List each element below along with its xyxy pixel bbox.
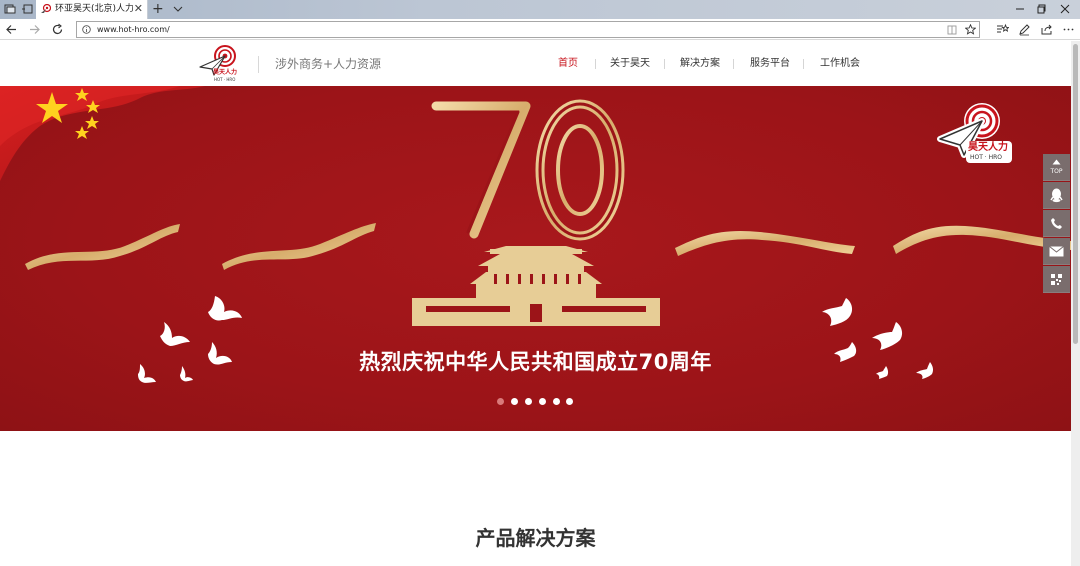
new-tab-icon[interactable]: + (152, 0, 164, 18)
carousel-dot[interactable] (511, 398, 518, 405)
header-divider (258, 56, 259, 73)
refresh-icon[interactable] (51, 23, 64, 36)
nav-item-solutions[interactable]: 解决方案 (680, 57, 720, 71)
nav-separator (664, 59, 665, 69)
carousel-dot[interactable] (539, 398, 546, 405)
favicon-icon (41, 4, 51, 13)
browser-tab-bar: 环亚昊天(北京)人力资源 ✕ + (0, 0, 1080, 19)
logo-wordmark: 昊天人力 (213, 69, 238, 76)
qq-button[interactable] (1043, 182, 1070, 209)
carousel-dot[interactable] (497, 398, 504, 405)
phone-button[interactable] (1043, 210, 1070, 237)
banner-logo-subtext: HOT · HRO (970, 154, 1003, 161)
browser-tab[interactable]: 环亚昊天(北京)人力资源 ✕ (36, 0, 148, 19)
more-icon[interactable] (1062, 23, 1075, 36)
address-toolbar: www.hot-hro.com/ (0, 19, 1080, 40)
web-page: 昊天人力 HOT · HRO 涉外商务+人力资源 首页 关于昊天 解决方案 服务… (0, 41, 1071, 566)
banner-artwork (0, 86, 1071, 383)
url-field[interactable]: www.hot-hro.com/ (76, 21, 980, 38)
carousel-dot[interactable] (525, 398, 532, 405)
scrollbar-thumb[interactable] (1073, 44, 1078, 344)
qrcode-button[interactable] (1043, 266, 1070, 293)
tab-close-icon[interactable]: ✕ (134, 2, 143, 15)
favorites-hub-icon[interactable] (996, 23, 1009, 36)
back-to-top-label: TOP (1050, 168, 1063, 175)
chevron-down-icon[interactable] (172, 3, 184, 15)
tab-actions-icon[interactable] (4, 3, 16, 15)
site-tagline: 涉外商务+人力资源 (275, 57, 382, 71)
section-title: 产品解决方案 (475, 526, 596, 550)
tab-title: 环亚昊天(北京)人力资源 (55, 4, 133, 14)
nav-separator (595, 59, 596, 69)
tab-back-icon[interactable] (21, 3, 33, 15)
star-icon (75, 126, 89, 139)
back-to-top-button[interactable]: TOP (1043, 154, 1070, 181)
pen-icon[interactable] (1018, 23, 1031, 36)
share-icon[interactable] (1040, 23, 1053, 36)
flag-graphic (0, 86, 205, 181)
nav-item-services[interactable]: 服务平台 (750, 57, 790, 71)
site-header: 昊天人力 HOT · HRO 涉外商务+人力资源 首页 关于昊天 解决方案 服务… (0, 41, 1071, 86)
forward-arrow-icon[interactable] (28, 23, 41, 36)
logo-subtext: HOT · HRO (214, 77, 236, 82)
hero-banner[interactable]: 昊天人力 HOT · HRO 热烈庆祝中华人民共和国成立70周年 (0, 86, 1071, 431)
nav-separator (803, 59, 804, 69)
carousel-dot[interactable] (553, 398, 560, 405)
url-text[interactable]: www.hot-hro.com/ (97, 24, 170, 35)
tiananmen-graphic (412, 246, 660, 326)
minimize-icon[interactable] (1013, 2, 1027, 16)
info-icon[interactable] (82, 25, 91, 34)
banner-logo-text: 昊天人力 (968, 142, 1008, 153)
nav-item-home[interactable]: 首页 (558, 57, 578, 71)
page-scrollbar[interactable] (1071, 41, 1080, 566)
email-button[interactable] (1043, 238, 1070, 265)
reading-view-icon[interactable] (947, 25, 957, 35)
arrow-up-icon (1052, 159, 1061, 165)
close-window-icon[interactable] (1058, 2, 1072, 16)
favorite-star-icon[interactable] (965, 24, 976, 35)
nav-item-about[interactable]: 关于昊天 (610, 57, 650, 71)
mail-icon (1049, 246, 1064, 257)
qrcode-icon (1051, 274, 1062, 285)
nav-item-jobs[interactable]: 工作机会 (820, 57, 860, 71)
maximize-icon[interactable] (1035, 2, 1049, 16)
star-icon (85, 116, 99, 129)
phone-icon (1051, 218, 1062, 229)
qq-icon (1050, 188, 1063, 203)
carousel-dot[interactable] (566, 398, 573, 405)
back-arrow-icon[interactable] (5, 23, 18, 36)
anniversary-number-graphic (431, 99, 625, 241)
nav-separator (733, 59, 734, 69)
banner-slogan: 热烈庆祝中华人民共和国成立70周年 (359, 350, 712, 374)
